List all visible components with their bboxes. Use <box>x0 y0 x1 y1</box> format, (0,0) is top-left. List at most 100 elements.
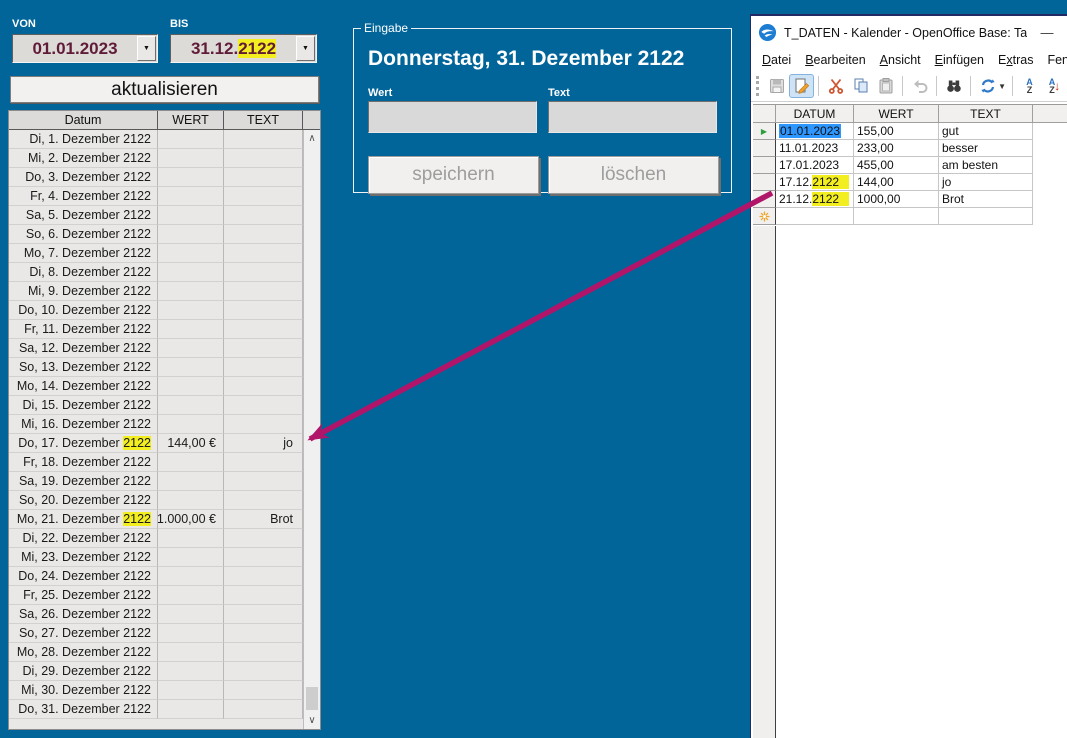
column-header-text[interactable]: TEXT <box>224 111 303 130</box>
menu-fenster[interactable]: Fenster <box>1040 51 1067 69</box>
calendar-row[interactable]: Sa, 19. Dezember 2122 <box>9 472 304 491</box>
paste-button[interactable] <box>873 74 898 98</box>
menu-ansicht[interactable]: Ansicht <box>873 51 928 69</box>
sort-descending-icon: AZ ↓ <box>1049 78 1061 94</box>
column-header-wert[interactable]: WERT <box>158 111 224 130</box>
calendar-row[interactable]: Mo, 7. Dezember 2122 <box>9 244 304 263</box>
copy-button[interactable] <box>848 74 873 98</box>
chevron-down-icon: ▼ <box>302 45 309 52</box>
save-button[interactable] <box>764 74 789 98</box>
calendar-row[interactable]: Di, 8. Dezember 2122 <box>9 263 304 282</box>
table-row[interactable]: 21.12.2122 1000,00 Brot <box>753 191 1067 208</box>
calendar-row[interactable]: Mo, 21. Dezember 2122 1.000,00 € Brot <box>9 510 304 529</box>
toolbar-separator <box>902 76 903 96</box>
chevron-down-icon: ▼ <box>143 45 150 52</box>
calendar-row[interactable]: Sa, 12. Dezember 2122 <box>9 339 304 358</box>
calendar-row[interactable]: Mi, 9. Dezember 2122 <box>9 282 304 301</box>
calendar-row[interactable]: Mi, 2. Dezember 2122 <box>9 149 304 168</box>
calendar-row[interactable]: Fr, 18. Dezember 2122 <box>9 453 304 472</box>
calendar-row[interactable]: Di, 15. Dezember 2122 <box>9 396 304 415</box>
toolbar: ▼ AZ AZ ↓ <box>751 71 1067 102</box>
highlighted-year: 2122 <box>123 512 151 526</box>
column-header-datum[interactable]: Datum <box>9 111 158 130</box>
table-row-new-record[interactable] <box>753 208 1067 225</box>
refresh-button[interactable] <box>975 74 1000 98</box>
calendar-row[interactable]: Mi, 16. Dezember 2122 <box>9 415 304 434</box>
calendar-row[interactable]: Mo, 14. Dezember 2122 <box>9 377 304 396</box>
scroll-up-button[interactable]: ∧ <box>304 130 320 147</box>
calendar-row[interactable]: Sa, 5. Dezember 2122 <box>9 206 304 225</box>
text-input[interactable] <box>548 101 717 133</box>
eingabe-legend: Eingabe <box>361 21 411 35</box>
calendar-row[interactable]: So, 27. Dezember 2122 <box>9 624 304 643</box>
toolbar-drag-handle[interactable] <box>756 76 759 96</box>
column-header-text[interactable]: TEXT <box>939 105 1033 123</box>
refresh-icon <box>978 76 998 96</box>
sort-ascending-button[interactable]: AZ <box>1017 74 1042 98</box>
highlighted-year: 2122 <box>812 175 839 189</box>
row-header-corner[interactable] <box>753 105 776 123</box>
minimize-button[interactable]: — <box>1027 25 1067 40</box>
calendar-row[interactable]: So, 6. Dezember 2122 <box>9 225 304 244</box>
cut-button[interactable] <box>823 74 848 98</box>
scrollbar-thumb[interactable] <box>306 687 318 710</box>
calendar-row[interactable]: Mo, 28. Dezember 2122 <box>9 643 304 662</box>
highlighted-year: 2122 <box>123 436 151 450</box>
refresh-dropdown-arrow[interactable]: ▼ <box>998 82 1006 91</box>
calendar-row[interactable]: So, 20. Dezember 2122 <box>9 491 304 510</box>
speichern-button[interactable]: speichern <box>368 156 539 194</box>
table-row[interactable]: 11.01.2023 233,00 besser <box>753 140 1067 157</box>
window-title: T_DATEN - Kalender - OpenOffice Base: Ta… <box>784 26 1027 40</box>
find-record-icon <box>944 76 964 96</box>
edit-data-button[interactable] <box>789 74 814 98</box>
wert-input[interactable] <box>368 101 537 133</box>
von-date-combo[interactable]: 01.01.2023 ▼ <box>12 34 158 63</box>
window-title-bar[interactable]: T_DATEN - Kalender - OpenOffice Base: Ta… <box>751 16 1067 49</box>
calendar-row[interactable]: Fr, 25. Dezember 2122 <box>9 586 304 605</box>
bis-date-combo[interactable]: 31.12.2122 ▼ <box>170 34 317 63</box>
von-dropdown-button[interactable]: ▼ <box>137 36 156 61</box>
menu-datei[interactable]: Datei <box>755 51 798 69</box>
menu-bearbeiten[interactable]: Bearbeiten <box>798 51 872 69</box>
calendar-row[interactable]: Do, 24. Dezember 2122 <box>9 567 304 586</box>
calendar-row[interactable]: Mi, 23. Dezember 2122 <box>9 548 304 567</box>
table-row[interactable]: 17.01.2023 455,00 am besten <box>753 157 1067 174</box>
bis-dropdown-button[interactable]: ▼ <box>296 36 315 61</box>
calendar-row[interactable]: Sa, 26. Dezember 2122 <box>9 605 304 624</box>
undo-button[interactable] <box>907 74 932 98</box>
table-row[interactable]: 17.12.2122 144,00 jo <box>753 174 1067 191</box>
calendar-row[interactable]: So, 13. Dezember 2122 <box>9 358 304 377</box>
calendar-row[interactable]: Do, 17. Dezember 2122 144,00 € jo <box>9 434 304 453</box>
calendar-row[interactable]: Di, 1. Dezember 2122 <box>9 130 304 149</box>
table-row[interactable]: ▶ 01.01.2023 155,00 gut <box>753 123 1067 140</box>
calendar-row[interactable]: Di, 29. Dezember 2122 <box>9 662 304 681</box>
menu-extras[interactable]: Extras <box>991 51 1040 69</box>
calendar-row[interactable]: Fr, 11. Dezember 2122 <box>9 320 304 339</box>
selected-cell-value: 01.01.2023 <box>779 124 841 138</box>
find-record-button[interactable] <box>941 74 966 98</box>
current-record-icon: ▶ <box>761 127 767 136</box>
sort-ascending-icon: AZ <box>1026 78 1033 94</box>
aktualisieren-button[interactable]: aktualisieren <box>10 76 319 103</box>
calendar-row[interactable]: Mi, 30. Dezember 2122 <box>9 681 304 700</box>
undo-icon <box>910 76 930 96</box>
calendar-row[interactable]: Fr, 4. Dezember 2122 <box>9 187 304 206</box>
cut-icon <box>826 76 846 96</box>
calendar-scrollbar[interactable]: ∧ ∨ <box>303 130 320 729</box>
sort-descending-button[interactable]: AZ ↓ <box>1042 74 1067 98</box>
scroll-down-button[interactable]: ∨ <box>304 712 320 729</box>
calendar-row[interactable]: Do, 10. Dezember 2122 <box>9 301 304 320</box>
column-header-datum[interactable]: DATUM <box>776 105 854 123</box>
calendar-row[interactable]: Do, 31. Dezember 2122 <box>9 700 304 719</box>
new-record-icon <box>759 211 770 222</box>
loeschen-button[interactable]: löschen <box>548 156 719 194</box>
save-icon <box>767 76 787 96</box>
toolbar-separator <box>936 76 937 96</box>
calendar-row[interactable]: Di, 22. Dezember 2122 <box>9 529 304 548</box>
column-header-wert[interactable]: WERT <box>854 105 939 123</box>
calendar-row[interactable]: Do, 3. Dezember 2122 <box>9 168 304 187</box>
menu-einfuegen[interactable]: Einfügen <box>928 51 991 69</box>
column-header-filler <box>303 111 320 130</box>
row-header-strip <box>753 226 776 738</box>
bis-label: BIS <box>170 18 188 30</box>
